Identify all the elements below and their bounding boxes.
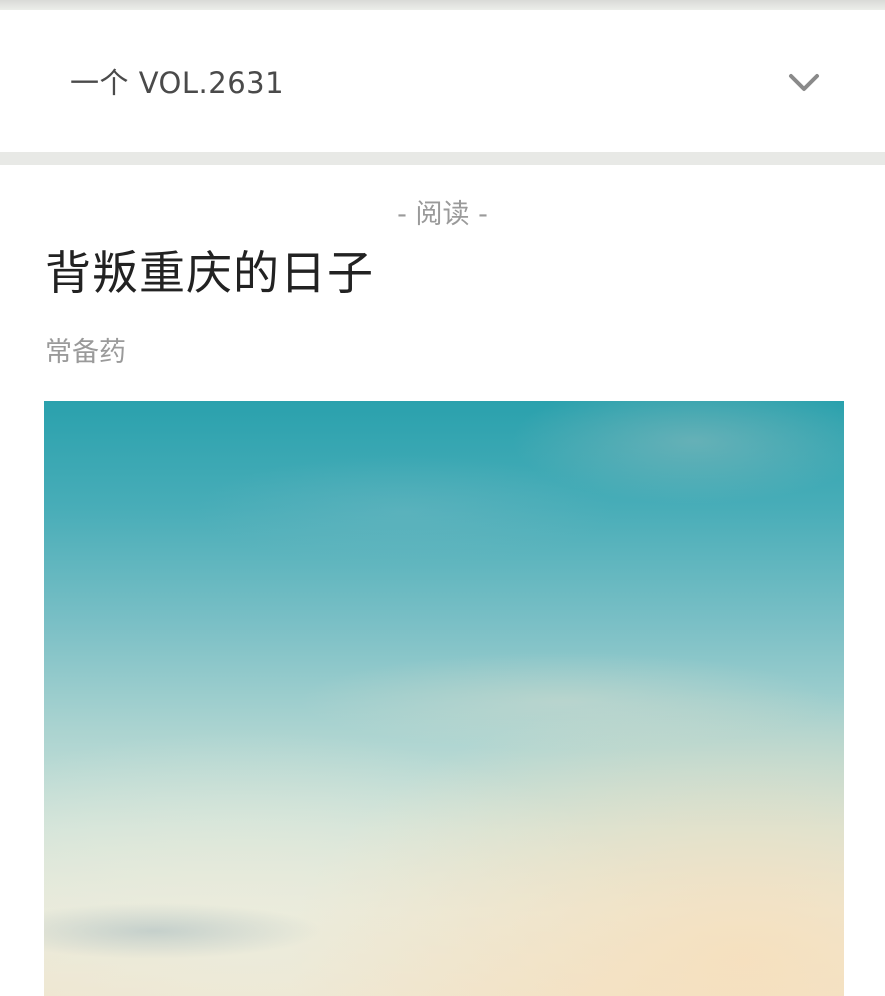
section-divider bbox=[0, 152, 885, 165]
article-author: 常备药 bbox=[45, 337, 126, 368]
category-label: - 阅读 - bbox=[397, 199, 488, 230]
volume-title: 一个 VOL.2631 bbox=[70, 66, 285, 100]
volume-header: 一个 VOL.2631 bbox=[0, 10, 885, 152]
sky-haze-overlay bbox=[44, 401, 844, 996]
article-title[interactable]: 背叛重庆的日子 bbox=[45, 243, 374, 303]
article-cover-image[interactable] bbox=[44, 401, 844, 996]
chevron-down-icon bbox=[789, 74, 819, 91]
volume-dropdown-toggle[interactable] bbox=[782, 62, 826, 102]
top-shadow-edge bbox=[0, 0, 885, 10]
article-card[interactable]: - 阅读 - 背叛重庆的日子 常备药 bbox=[0, 165, 885, 996]
